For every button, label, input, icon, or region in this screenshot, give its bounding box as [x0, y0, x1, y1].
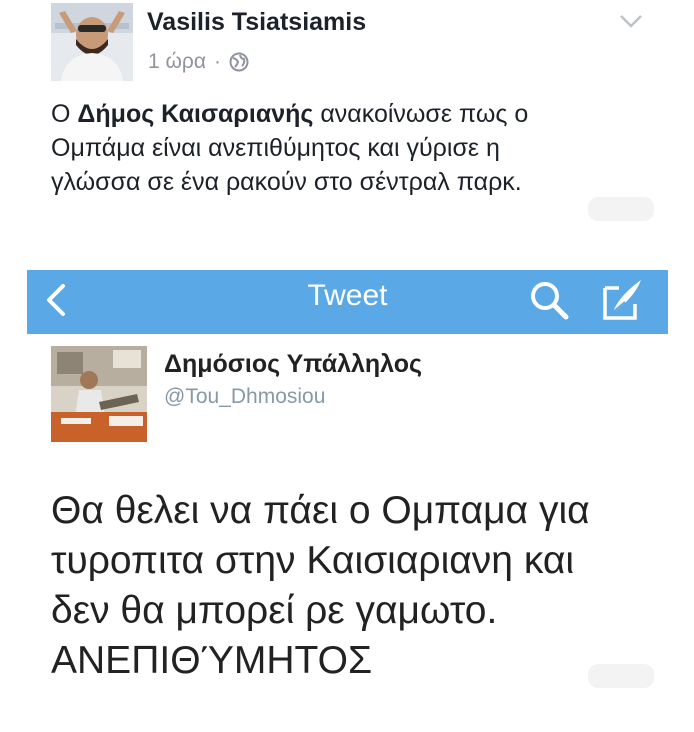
post-text-line: Ομπάμα είναι ανεπιθύμητος και γύρισε η	[51, 134, 500, 162]
search-icon[interactable]	[527, 278, 571, 322]
tweet-text-line: Θα θελει να πάει ο Ομπαμα για	[51, 489, 590, 532]
tweet-text-line: ΑΝΕΠΙΘΎΜΗΤΟΣ	[51, 639, 373, 682]
post-text-suffix: ανακοίνωσε πως ο	[313, 100, 529, 128]
globe-icon[interactable]	[229, 52, 249, 72]
author-name[interactable]: Vasilis Tsiatsiamis	[147, 8, 366, 37]
post-text-line: Ο Δήμος Καισαριανής ανακοίνωσε πως ο	[51, 97, 651, 131]
post-text-prefix: Ο	[51, 100, 78, 128]
tweet-text-line: δεν θα μπορεί ρε γαμωτο.	[51, 589, 498, 632]
tweet-author-name[interactable]: Δημόσιος Υπάλληλος	[164, 350, 422, 379]
tweet-author-avatar[interactable]	[51, 346, 147, 442]
tweet-text: Θα θελει να πάει ο Ομπαμα για τυροπιτα σ…	[51, 486, 671, 686]
post-meta: 1 ώρα ·	[148, 50, 249, 74]
chevron-down-icon[interactable]	[618, 12, 644, 30]
author-avatar[interactable]	[51, 3, 133, 81]
faint-overlay	[588, 664, 654, 688]
tweet-author-handle[interactable]: @Tou_Dhmosiou	[164, 385, 325, 409]
tweet-text-line: τυροπιτα στην Καισιαριανη και	[51, 539, 575, 582]
compose-icon[interactable]	[599, 274, 649, 324]
meta-separator: ·	[214, 50, 221, 73]
faint-overlay	[588, 197, 654, 221]
tagged-page-link[interactable]: Δήμος Καισαριανής	[77, 100, 313, 128]
tweet-nav-bar: Tweet	[27, 270, 668, 334]
post-text-line: γλώσσα σε ένα ρακούν στο σέντραλ παρκ.	[51, 168, 522, 196]
post-time[interactable]: 1 ώρα	[148, 50, 206, 74]
nav-title: Tweet	[307, 279, 388, 312]
post-text: Ο Δήμος Καισαριανής ανακοίνωσε πως ο Ομπ…	[51, 97, 651, 199]
